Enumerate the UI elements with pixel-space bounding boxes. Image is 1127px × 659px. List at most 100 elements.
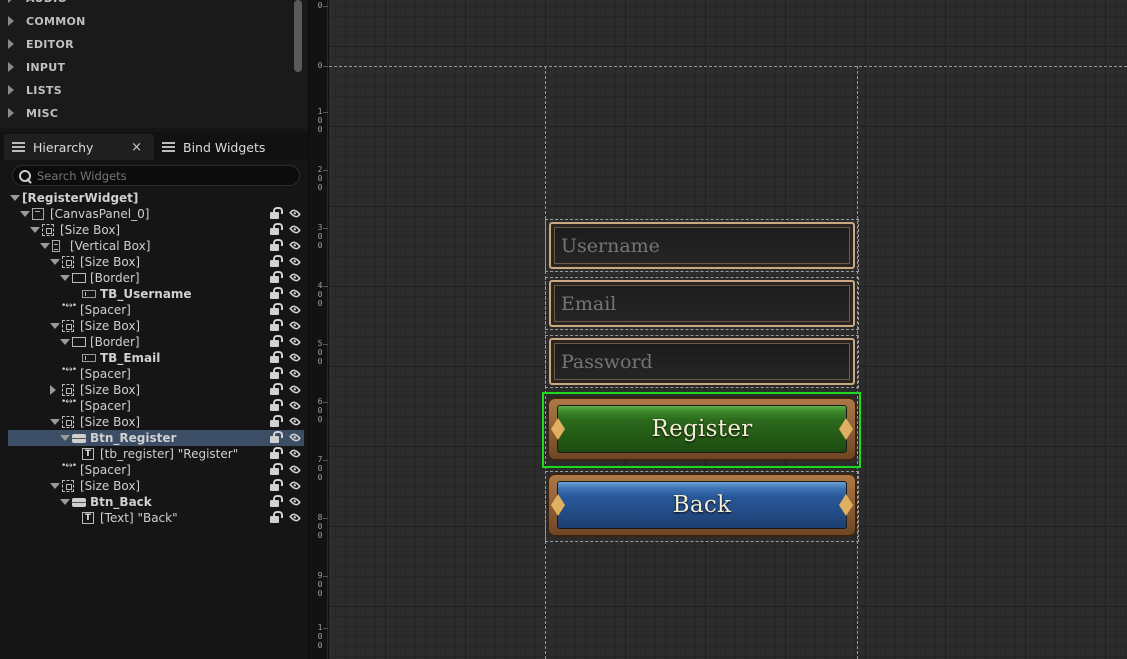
eye-icon[interactable] [289,495,301,508]
eye-icon[interactable] [289,367,301,380]
eye-icon[interactable] [289,463,301,476]
eye-icon[interactable] [289,255,301,268]
tab-bind-widgets[interactable]: Bind Widgets [158,134,304,160]
chevron-down-icon[interactable] [50,323,60,329]
left-panel: AUDIO COMMON EDITOR INPUT LISTS MISC Hierarch… [0,0,308,659]
tree-row[interactable]: [Size Box] [8,382,304,398]
unlock-icon[interactable] [270,303,283,315]
unlock-icon[interactable] [270,319,283,331]
eye-icon[interactable] [289,383,301,396]
eye-icon[interactable] [289,447,301,460]
unlock-icon[interactable] [270,431,283,443]
username-input[interactable] [561,235,841,257]
chevron-down-icon[interactable] [50,483,60,489]
tree-row[interactable]: [RegisterWidget] [8,190,304,206]
unlock-icon[interactable] [270,399,283,411]
username-field[interactable] [549,222,855,269]
unlock-icon[interactable] [270,239,283,251]
unlock-icon[interactable] [270,223,283,235]
chevron-down-icon[interactable] [50,259,60,265]
search-box[interactable] [12,165,300,186]
password-input[interactable] [561,351,841,373]
eye-icon[interactable] [289,511,301,524]
unlock-icon[interactable] [270,463,283,475]
palette-category-lists[interactable]: LISTS [8,80,62,100]
close-icon[interactable]: × [131,140,142,155]
unlock-icon[interactable] [270,495,283,507]
eye-icon[interactable] [289,207,301,220]
unlock-icon[interactable] [270,479,283,491]
tree-row[interactable]: [Size Box] [8,478,304,494]
back-button[interactable]: Back [547,473,857,537]
eye-icon[interactable] [289,271,301,284]
tree-row[interactable]: [Border] [8,270,304,286]
unlock-icon[interactable] [270,511,283,523]
tree-row-label: [Border] [90,335,140,349]
palette-category-common[interactable]: COMMON [8,11,86,31]
chevron-down-icon[interactable] [20,211,30,217]
eye-icon[interactable] [289,415,301,428]
palette-category-misc[interactable]: MISC [8,103,58,123]
tree-row[interactable]: Btn_Back [8,494,304,510]
eye-icon[interactable] [289,399,301,412]
tree-row[interactable]: TB_Username [8,286,304,302]
tree-row[interactable]: [CanvasPanel_0] [8,206,304,222]
eye-icon[interactable] [289,287,301,300]
unlock-icon[interactable] [270,415,283,427]
tab-hierarchy[interactable]: Hierarchy × [4,134,154,160]
password-field[interactable] [549,338,855,385]
chevron-down-icon[interactable] [60,339,70,345]
unlock-icon[interactable] [270,207,283,219]
chevron-down-icon[interactable] [10,195,20,201]
unlock-icon[interactable] [270,447,283,459]
eye-icon[interactable] [289,319,301,332]
eye-icon[interactable] [289,303,301,316]
tree-row[interactable]: [Size Box] [8,318,304,334]
chevron-down-icon[interactable] [50,419,60,425]
chevron-down-icon[interactable] [40,243,50,249]
border-icon [72,273,86,283]
eye-icon[interactable] [289,335,301,348]
chevron-down-icon[interactable] [60,435,70,441]
tree-row[interactable]: Btn_Register [8,430,304,446]
tree-row[interactable]: [Spacer] [8,301,304,318]
tree-row[interactable]: T [Text] "Back" [8,510,304,526]
tree-row[interactable]: [Vertical Box] [8,238,304,254]
eye-icon[interactable] [289,239,301,252]
eye-icon[interactable] [289,351,301,364]
tree-row-label: [Text] "Back" [100,511,178,525]
palette-category-audio[interactable]: AUDIO [8,0,67,8]
tree-row[interactable]: [Size Box] [8,254,304,270]
search-input[interactable] [37,168,287,183]
chevron-down-icon[interactable] [60,499,70,505]
palette-category-input[interactable]: INPUT [8,57,65,77]
eye-icon[interactable] [289,223,301,236]
unlock-icon[interactable] [270,367,283,379]
tree-row[interactable]: T [tb_register] "Register" [8,446,304,462]
chevron-down-icon[interactable] [60,275,70,281]
unlock-icon[interactable] [270,271,283,283]
tree-row[interactable]: [Border] [8,334,304,350]
designer-canvas[interactable]: Register Back [329,0,1127,659]
palette-scrollbar[interactable] [294,0,302,72]
unlock-icon[interactable] [270,351,283,363]
tree-row[interactable]: [Spacer] [8,461,304,478]
chevron-down-icon[interactable] [30,227,40,233]
ruler-tick [323,576,328,577]
unlock-icon[interactable] [270,287,283,299]
tree-row[interactable]: [Spacer] [8,397,304,414]
ruler-tick [323,112,328,113]
tree-row[interactable]: [Size Box] [8,222,304,238]
tree-row[interactable]: [Size Box] [8,414,304,430]
unlock-icon[interactable] [270,335,283,347]
email-input[interactable] [561,293,841,315]
email-field[interactable] [549,280,855,327]
tree-row[interactable]: TB_Email [8,350,304,366]
tree-row[interactable]: [Spacer] [8,365,304,382]
unlock-icon[interactable] [270,255,283,267]
palette-category-editor[interactable]: EDITOR [8,34,74,54]
unlock-icon[interactable] [270,383,283,395]
eye-icon[interactable] [289,431,301,444]
chevron-right-icon[interactable] [50,385,56,395]
eye-icon[interactable] [289,479,301,492]
